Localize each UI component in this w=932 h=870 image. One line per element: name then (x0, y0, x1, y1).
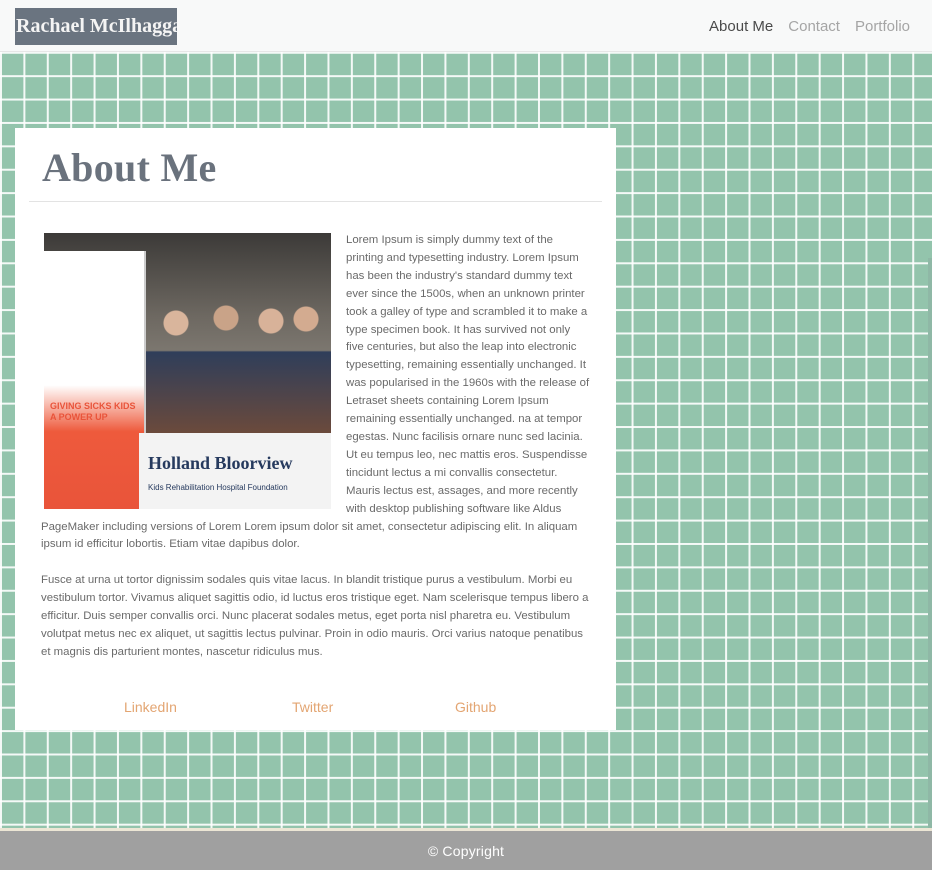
nav-links: About Me Contact Portfolio (709, 0, 910, 52)
about-paragraph-2: Fusce at urna ut tortor dignissim sodale… (41, 574, 589, 658)
nav-link-contact[interactable]: Contact (788, 18, 840, 35)
photo-banner-text: GIVING SICKS KIDS A POWER UP (50, 401, 136, 422)
photo-table-text: Holland Bloorview (148, 453, 293, 473)
page-title: About Me (42, 145, 217, 190)
title-divider (29, 201, 602, 202)
about-content: GIVING SICKS KIDS A POWER UP Holland Blo… (41, 232, 590, 662)
brand-logo[interactable]: Rachael McIlhagga (15, 8, 177, 45)
nav-link-about[interactable]: About Me (709, 18, 773, 35)
twitter-link[interactable]: Twitter (292, 699, 333, 715)
github-link[interactable]: Github (455, 699, 496, 715)
photo-people (146, 283, 331, 433)
linkedin-link[interactable]: LinkedIn (124, 699, 177, 715)
nav-link-portfolio[interactable]: Portfolio (855, 18, 910, 35)
copyright-text: © Copyright (427, 843, 505, 859)
page-scrollbar[interactable] (928, 258, 932, 830)
about-card: About Me GIVING SICKS KIDS A POWER UP Ho… (15, 128, 616, 730)
photo-table-sub: Kids Rehabilitation Hospital Foundation (148, 483, 288, 492)
footer: © Copyright (0, 828, 932, 870)
profile-photo: GIVING SICKS KIDS A POWER UP Holland Blo… (44, 233, 331, 509)
navbar: Rachael McIlhagga About Me Contact Portf… (0, 0, 932, 52)
social-links: LinkedIn Twitter Github (15, 699, 616, 719)
photo-banner (44, 251, 146, 509)
